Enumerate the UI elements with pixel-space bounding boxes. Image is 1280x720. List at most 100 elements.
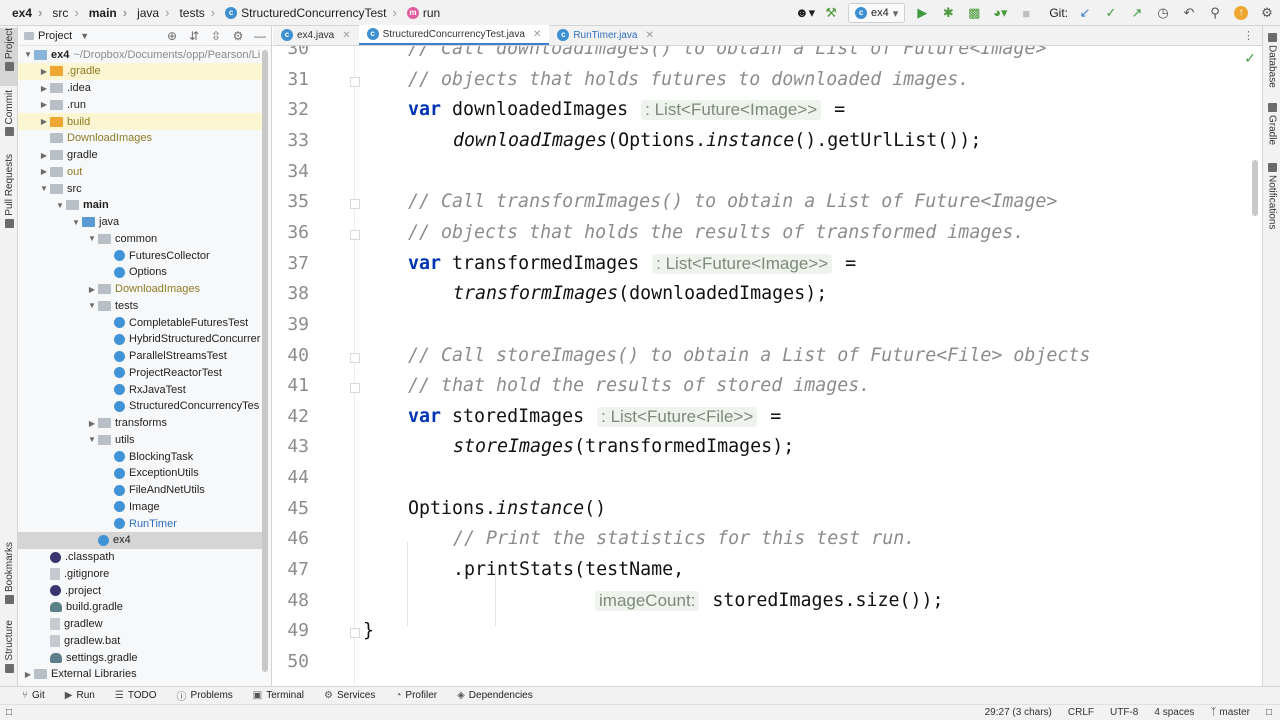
code-line[interactable]: // objects that holds futures to downloa… <box>408 69 969 90</box>
tool-window-problems[interactable]: ⓘ Problems <box>177 688 233 703</box>
tree-item[interactable]: ▼ ex4 ~/Dropbox/Documents/opp/Pearson/Li <box>18 46 262 63</box>
breadcrumb-item[interactable]: java › <box>135 5 177 20</box>
code-line[interactable]: // objects that holds the results of tra… <box>408 222 1024 243</box>
fold-marker-icon[interactable] <box>350 76 360 87</box>
tool-tab-pull-requests[interactable]: Pull Requests <box>0 154 18 232</box>
close-icon[interactable]: ✕ <box>533 29 541 40</box>
hide-icon[interactable]: — <box>249 29 271 43</box>
project-view-select[interactable]: Project <box>38 30 72 42</box>
code-editor[interactable]: 30 31 32 33 34 35 36 37 38 39 40 41 42 43 44 45 46 47 48 49… <box>273 46 1262 686</box>
update-icon[interactable]: ↑ <box>1230 2 1252 24</box>
tree-item[interactable]: FuturesCollector <box>18 247 262 264</box>
tree-item[interactable]: gradlew <box>18 616 262 633</box>
cursor-position[interactable]: 29:27 (3 chars) <box>985 707 1052 718</box>
tree-item[interactable]: CompletableFuturesTest <box>18 314 262 331</box>
chevron-down-icon[interactable]: ▼ <box>80 31 89 41</box>
tool-window-terminal[interactable]: ▣ Terminal <box>253 690 304 701</box>
chevron-down-icon[interactable]: ▼ <box>70 218 82 227</box>
code-line[interactable]: var transformedImages : List<Future<Imag… <box>408 253 856 274</box>
tree-item[interactable]: ▶ out <box>18 163 262 180</box>
tool-tab-bookmarks[interactable]: Bookmarks <box>0 542 18 606</box>
expand-all-icon[interactable]: ⇵ <box>183 29 205 43</box>
tool-tab-project[interactable]: Project <box>0 28 18 86</box>
search-icon[interactable]: ⚲ <box>1204 2 1226 24</box>
line-separator[interactable]: CRLF <box>1068 707 1094 718</box>
chevron-right-icon[interactable]: ▶ <box>86 419 98 428</box>
chevron-right-icon[interactable]: ▶ <box>38 84 50 93</box>
tree-item[interactable]: HybridStructuredConcurrer <box>18 331 262 348</box>
chevron-right-icon[interactable]: ▶ <box>86 285 98 294</box>
code-line[interactable]: imageCount: storedImages.size()); <box>593 590 944 611</box>
status-icon[interactable]: □ <box>6 707 12 718</box>
debug-icon[interactable]: ✱ <box>937 2 959 24</box>
code-line[interactable]: // Call transformImages() to obtain a Li… <box>408 191 1057 212</box>
chevron-down-icon[interactable]: ▼ <box>86 301 98 310</box>
run-icon[interactable]: ▶ <box>911 2 933 24</box>
tree-item[interactable]: build.gradle <box>18 599 262 616</box>
hammer-icon[interactable]: ⚒ <box>820 2 842 24</box>
chevron-down-icon[interactable]: ▼ <box>54 201 66 210</box>
tree-item[interactable]: ▶ gradle <box>18 147 262 164</box>
tree-item[interactable]: RunTimer <box>18 515 262 532</box>
code-line[interactable]: storeImages(transformedImages); <box>453 436 794 457</box>
code-line[interactable]: // Call storeImages() to obtain a List o… <box>408 345 1090 366</box>
code-line[interactable]: Options.instance() <box>408 498 606 519</box>
git-branch[interactable]: ᛉ master <box>1210 707 1250 718</box>
lock-icon[interactable]: □ <box>1266 707 1272 718</box>
tool-tab-database[interactable]: Database <box>1263 30 1280 90</box>
tree-item[interactable]: ▶ transforms <box>18 415 262 432</box>
tree-item[interactable]: ▼ main <box>18 197 262 214</box>
chevron-down-icon[interactable]: ▼ <box>86 234 98 243</box>
chevron-right-icon[interactable]: ▶ <box>38 151 50 160</box>
gear-icon[interactable]: ⚙ <box>227 29 249 43</box>
code-line[interactable]: // Print the statistics for this test ru… <box>453 528 915 549</box>
close-icon[interactable]: ✕ <box>342 30 350 41</box>
tool-window-dependencies[interactable]: ◈ Dependencies <box>457 690 533 701</box>
git-push-icon[interactable]: ↗ <box>1126 2 1148 24</box>
breadcrumb-item[interactable]: src › <box>50 5 86 20</box>
tool-window-todo[interactable]: ☰ TODO <box>115 690 157 701</box>
tool-window-services[interactable]: ⚙ Services <box>324 690 375 701</box>
tree-item[interactable]: DownloadImages <box>18 130 262 147</box>
breadcrumb-item[interactable]: ex4 › <box>10 5 50 20</box>
code-line[interactable]: // that hold the results of stored image… <box>408 375 870 396</box>
tree-item[interactable]: ProjectReactorTest <box>18 364 262 381</box>
rollback-icon[interactable]: ↶ <box>1178 2 1200 24</box>
tree-item[interactable]: BlockingTask <box>18 448 262 465</box>
code-line[interactable]: .printStats(testName, <box>453 559 684 580</box>
tree-item[interactable]: ▼ utils <box>18 431 262 448</box>
locate-icon[interactable]: ⊕ <box>161 29 183 43</box>
breadcrumb-item[interactable]: tests › <box>177 5 223 20</box>
code-line[interactable]: } <box>363 620 374 641</box>
git-update-icon[interactable]: ↙ <box>1074 2 1096 24</box>
chevron-down-icon[interactable]: ▼ <box>22 50 34 59</box>
chevron-right-icon[interactable]: ▶ <box>38 67 50 76</box>
code-line[interactable]: var downloadedImages : List<Future<Image… <box>408 99 845 121</box>
tree-item[interactable]: .gitignore <box>18 565 262 582</box>
tab-ex4-java[interactable]: c ex4.java ✕ <box>273 25 359 45</box>
breadcrumb-item[interactable]: main › <box>87 5 135 20</box>
chevron-down-icon[interactable]: ▼ <box>86 435 98 444</box>
tree-item[interactable]: ▶ .gradle <box>18 62 262 80</box>
tree-item[interactable]: ▼ tests <box>18 297 262 314</box>
close-icon[interactable]: ✕ <box>645 30 653 41</box>
project-scrollbar[interactable] <box>262 50 268 672</box>
fold-marker-icon[interactable] <box>350 199 360 210</box>
tree-item[interactable]: ExceptionUtils <box>18 465 262 482</box>
fold-marker-icon[interactable] <box>350 628 360 639</box>
profile-icon[interactable]: ◕▾ <box>989 2 1011 24</box>
collapse-all-icon[interactable]: ⇳ <box>205 29 227 43</box>
tool-window-git[interactable]: ⑂ Git <box>22 690 45 701</box>
tool-window-run[interactable]: ▶ Run <box>65 690 95 701</box>
chevron-right-icon[interactable]: ▶ <box>38 117 50 126</box>
tree-item[interactable]: ▶ build <box>18 113 262 130</box>
tree-item[interactable]: ▼ src <box>18 180 262 197</box>
tool-tab-gradle[interactable]: Gradle <box>1263 100 1280 150</box>
tree-item[interactable]: Options <box>18 264 262 281</box>
fold-marker-icon[interactable] <box>350 352 360 363</box>
chevron-right-icon[interactable]: ▶ <box>38 167 50 176</box>
breadcrumb-item[interactable]: m run <box>405 6 442 20</box>
tool-tab-notifications[interactable]: Notifications <box>1263 160 1280 236</box>
tree-item[interactable]: gradlew.bat <box>18 632 262 649</box>
user-icon[interactable]: ☻▾ <box>794 2 816 24</box>
